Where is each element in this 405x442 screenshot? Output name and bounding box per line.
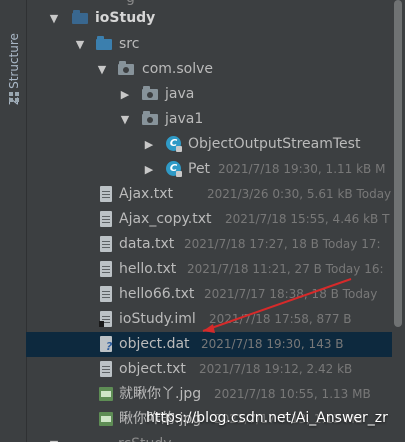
package-label: com.solve — [142, 61, 213, 77]
file-name: hello.txt — [119, 261, 177, 277]
tree-row-file[interactable]: ioStudy.iml 2021/7/18 17:58, 877 B — [26, 307, 392, 332]
left-tool-strip: Z: Structure — [0, 0, 27, 442]
file-meta: 2021/7/17 18:38, 18 B Today — [204, 287, 378, 301]
structure-tool-tab[interactable]: Z: Structure — [2, 8, 24, 118]
text-file-icon — [98, 261, 114, 277]
file-meta: 2021/3/26 0:30, 5.61 kB Today 16 — [207, 187, 392, 201]
chevron-down-icon[interactable]: ▼ — [95, 57, 109, 82]
package-folder-icon — [142, 86, 158, 102]
structure-icon — [9, 92, 21, 104]
chevron-down-icon[interactable]: ▼ — [118, 107, 132, 132]
file-name: Ajax_copy.txt — [119, 211, 212, 227]
java-class-icon: C — [166, 136, 182, 152]
tree-row-src[interactable]: ▼ src — [26, 32, 392, 57]
src-folder-label: src — [119, 36, 140, 52]
java1-folder-label: java1 — [165, 111, 204, 127]
tree-row-file[interactable]: hello66.txt 2021/7/17 18:38, 18 B Today — [26, 282, 392, 307]
chevron-down-icon[interactable]: ▼ — [47, 6, 61, 31]
file-meta: 2021/7/18 15:55, 4.46 kB T — [225, 212, 390, 226]
text-file-icon — [98, 361, 114, 377]
tree-row-file[interactable]: object.txt 2021/7/18 19:12, 2.42 kB — [26, 357, 392, 382]
chevron-down-icon[interactable]: ▼ — [47, 432, 61, 442]
file-name: object.dat — [119, 336, 190, 352]
tree-row-file[interactable]: Ajax_copy.txt 2021/7/18 15:55, 4.46 kB T — [26, 207, 392, 232]
file-meta: 2021/7/18 17:58, 877 B — [209, 312, 352, 326]
file-meta: 2021/7/18 11:21, 27 B Today 16: — [187, 262, 384, 276]
class-name: ObjectOutputStreamTest — [188, 136, 361, 152]
chevron-right-icon[interactable]: ▶ — [142, 157, 156, 182]
chevron-right-icon[interactable]: ▶ — [142, 132, 156, 157]
project-tree[interactable]: g ▼ ioStudy ▼ src ▼ com.solve ▶ java ▼ j… — [26, 0, 392, 442]
text-file-icon — [98, 211, 114, 227]
image-file-icon — [98, 386, 114, 402]
source-folder-icon — [96, 36, 112, 52]
file-meta: 2021/7/18 19:30, 143 B — [201, 337, 344, 351]
vertical-scrollbar[interactable] — [392, 0, 405, 442]
package-folder-icon — [142, 111, 158, 127]
project-folder-icon — [72, 10, 88, 26]
tree-row-object-output-stream-test[interactable]: ▶ C ObjectOutputStreamTest — [26, 132, 392, 157]
watermark-text: https://blog.csdn.net/Ai_Answer_zr — [146, 410, 388, 426]
project-name: ioStudy — [95, 10, 156, 26]
file-meta: 2021/7/18 10:55, 1.13 MB — [214, 387, 371, 401]
file-meta: 2021/7/18 17:27, 18 B Today 17: — [184, 237, 381, 251]
tree-row-pet[interactable]: ▶ C Pet 2021/7/18 19:30, 1.11 kB M — [26, 157, 392, 182]
file-name: data.txt — [119, 236, 175, 252]
tree-row-selected-file[interactable]: ? object.dat 2021/7/18 19:30, 143 B — [26, 332, 392, 357]
tree-row-java1[interactable]: ▼ java1 — [26, 107, 392, 132]
chevron-right-icon[interactable]: ▶ — [118, 82, 132, 107]
class-meta: 2021/7/18 19:30, 1.11 kB M — [218, 162, 386, 176]
text-file-icon — [98, 286, 114, 302]
tree-row-file[interactable]: hello.txt 2021/7/18 11:21, 27 B Today 16… — [26, 257, 392, 282]
tree-row-project[interactable]: ▼ ioStudy — [26, 6, 392, 31]
file-meta: 2021/7/18 19:12, 2.42 kB — [199, 362, 353, 376]
scrollbar-thumb[interactable] — [394, 0, 402, 327]
tree-row-file[interactable]: Ajax.txt 2021/3/26 0:30, 5.61 kB Today 1… — [26, 182, 392, 207]
chevron-down-icon[interactable]: ▼ — [73, 32, 87, 57]
java-folder-label: java — [165, 86, 195, 102]
partial-bottom-label: rcStudy — [118, 432, 172, 442]
partial-bottom-row[interactable]: ▼ rcStudy — [26, 432, 392, 442]
java-class-icon: C — [166, 161, 182, 177]
image-file-icon — [98, 411, 114, 427]
file-name: hello66.txt — [119, 286, 195, 302]
class-name: Pet — [188, 161, 211, 177]
tree-row-package[interactable]: ▼ com.solve — [26, 57, 392, 82]
tree-row-file[interactable]: data.txt 2021/7/18 17:27, 18 B Today 17: — [26, 232, 392, 257]
file-name: object.txt — [119, 361, 186, 377]
package-icon — [118, 61, 134, 77]
file-name: ioStudy.iml — [119, 311, 196, 327]
text-file-icon — [98, 186, 114, 202]
tree-row-image-file[interactable]: 就瞅你丫.jpg 2021/7/18 10:55, 1.13 MB — [26, 382, 392, 407]
file-name: 就瞅你丫.jpg — [119, 386, 202, 402]
iml-file-icon — [98, 311, 114, 327]
file-name: Ajax.txt — [119, 186, 174, 202]
tree-row-java[interactable]: ▶ java — [26, 82, 392, 107]
text-file-icon — [98, 236, 114, 252]
unknown-file-icon: ? — [98, 336, 114, 353]
